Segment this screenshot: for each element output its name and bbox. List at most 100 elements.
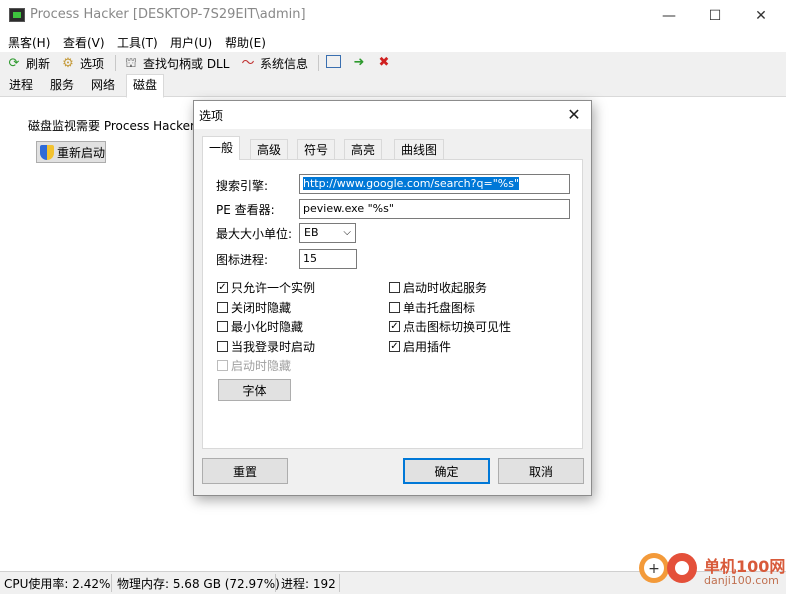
cancel-button[interactable]: 取消 — [498, 458, 584, 484]
tab-network[interactable]: 网络 — [85, 75, 121, 95]
gear-icon: ⚙ — [62, 55, 74, 71]
window-title: Process Hacker [DESKTOP-7S29EIT\admin] — [30, 7, 306, 22]
checkbox-box: ✓ — [389, 321, 400, 332]
checkbox-label: 单击托盘图标 — [403, 301, 476, 315]
checkbox-label: 点击图标切换可见性 — [403, 320, 512, 334]
checkbox-hide-on-minimize[interactable]: 最小化时隐藏 — [217, 318, 303, 335]
tab-services[interactable]: 服务 — [44, 75, 80, 95]
toolbar-divider — [318, 55, 319, 71]
dialog-title-bar: 选项 ✕ — [194, 101, 591, 129]
checkbox-box — [389, 302, 400, 313]
refresh-button[interactable]: ⟳ 刷新 — [6, 55, 50, 72]
find-label: 查找句柄或 DLL — [143, 57, 230, 71]
checkbox-single-click-tray[interactable]: 单击托盘图标 — [389, 299, 475, 316]
dialog-tab-general[interactable]: 一般 — [202, 136, 241, 160]
process-count: 进程: 192 — [281, 577, 336, 591]
status-divider — [339, 574, 340, 592]
cpu-usage: CPU使用率: 2.42% — [4, 577, 111, 591]
chart-icon: 〜 — [241, 55, 255, 71]
checkbox-label: 只允许一个实例 — [231, 281, 316, 295]
go-to-button[interactable]: ➜ — [351, 55, 367, 71]
max-size-unit-value: EB — [304, 226, 319, 239]
tab-processes[interactable]: 进程 — [3, 75, 39, 95]
dialog-tab-highlighting[interactable]: 高亮 — [344, 139, 383, 159]
checkbox-label: 启用插件 — [403, 340, 452, 354]
checkbox-box — [217, 341, 228, 352]
checkbox-start-on-logon[interactable]: 当我登录时启动 — [217, 338, 315, 355]
terminate-button[interactable]: ✖ — [376, 55, 392, 71]
checkbox-box: ✓ — [217, 282, 228, 293]
search-engine-value: http://www.google.com/search?q="%s" — [303, 177, 519, 190]
search-engine-input[interactable]: http://www.google.com/search?q="%s" — [299, 174, 570, 194]
dialog-title: 选项 — [199, 109, 224, 123]
dialog-tab-graphs[interactable]: 曲线图 — [394, 139, 445, 159]
checkbox-box: ✓ — [389, 341, 400, 352]
binoculars-icon: ⛫ — [125, 55, 137, 71]
icon-process-input[interactable]: 15 — [299, 249, 357, 269]
search-engine-label: 搜索引擎: — [216, 179, 269, 193]
checkbox-hide-on-close[interactable]: 关闭时隐藏 — [217, 299, 291, 316]
font-button[interactable]: 字体 — [218, 379, 291, 401]
close-button[interactable]: ✕ — [738, 0, 784, 32]
checkbox-enable-plugins[interactable]: ✓ 启用插件 — [389, 338, 451, 355]
main-tabs: 进程 服务 网络 磁盘 — [0, 74, 786, 98]
checkbox-toggle-visibility[interactable]: ✓ 点击图标切换可见性 — [389, 318, 511, 335]
checkbox-label: 关闭时隐藏 — [231, 301, 292, 315]
disk-message: 磁盘监视需要 Process Hacker 以 — [28, 119, 211, 133]
pe-viewer-label: PE 查看器: — [216, 203, 275, 217]
checkbox-label: 启动时收起服务 — [403, 281, 488, 295]
menu-users[interactable]: 用户(U) — [170, 34, 212, 51]
close-x-icon: ✖ — [378, 55, 390, 70]
options-dialog: 选项 ✕ 一般 高级 符号 高亮 曲线图 搜索引擎: http://www.go… — [193, 100, 592, 496]
title-bar: Process Hacker [DESKTOP-7S29EIT\admin] —… — [0, 0, 786, 32]
restart-button[interactable]: 重新启动 — [36, 141, 106, 163]
menu-view[interactable]: 查看(V) — [63, 34, 105, 51]
dialog-tab-symbols[interactable]: 符号 — [297, 139, 336, 159]
refresh-icon: ⟳ — [8, 55, 20, 71]
checkbox-label: 最小化时隐藏 — [231, 320, 304, 334]
options-button[interactable]: ⚙ 选项 — [60, 55, 104, 72]
reset-button[interactable]: 重置 — [202, 458, 288, 484]
chevron-down-icon: ⌵ — [343, 227, 351, 238]
checkbox-box — [217, 321, 228, 332]
checkbox-box — [389, 282, 400, 293]
checkbox-collapse-services[interactable]: 启动时收起服务 — [389, 279, 487, 296]
uac-shield-icon — [40, 144, 54, 160]
status-divider — [111, 574, 112, 592]
window-icon — [326, 55, 341, 68]
arrow-into-window-icon: ➜ — [353, 55, 365, 70]
status-divider — [275, 574, 276, 592]
watermark-logo: + — [639, 553, 697, 583]
dialog-close-icon[interactable]: ✕ — [563, 104, 585, 126]
refresh-label: 刷新 — [26, 57, 51, 71]
menu-bar: 黑客(H) 查看(V) 工具(T) 用户(U) 帮助(E) — [0, 32, 786, 52]
checkbox-box — [217, 302, 228, 313]
tab-disk[interactable]: 磁盘 — [126, 74, 165, 98]
memory-usage: 物理内存: 5.68 GB (72.97%) — [117, 577, 280, 591]
watermark-url: danji100.com — [704, 574, 779, 587]
checkbox-box — [217, 360, 228, 371]
window-button[interactable] — [326, 55, 341, 68]
menu-help[interactable]: 帮助(E) — [225, 34, 266, 51]
general-panel: 搜索引擎: http://www.google.com/search?q="%s… — [202, 159, 583, 449]
checkbox-label: 当我登录时启动 — [231, 340, 316, 354]
maximize-button[interactable]: ☐ — [692, 0, 738, 32]
menu-tools[interactable]: 工具(T) — [117, 34, 158, 51]
icon-process-label: 图标进程: — [216, 253, 269, 267]
app-icon — [9, 8, 25, 22]
max-size-unit-select[interactable]: EB ⌵ — [299, 223, 356, 243]
menu-hacker[interactable]: 黑客(H) — [8, 34, 50, 51]
find-handles-button[interactable]: ⛫ 查找句柄或 DLL — [123, 55, 229, 72]
ok-button[interactable]: 确定 — [403, 458, 490, 484]
dialog-tab-advanced[interactable]: 高级 — [250, 139, 289, 159]
checkbox-start-hidden[interactable]: 启动时隐藏 — [217, 357, 291, 374]
max-size-unit-label: 最大大小单位: — [216, 227, 293, 241]
system-info-button[interactable]: 〜 系统信息 — [240, 55, 308, 72]
pe-viewer-input[interactable]: peview.exe "%s" — [299, 199, 570, 219]
checkbox-single-instance[interactable]: ✓ 只允许一个实例 — [217, 279, 315, 296]
options-label: 选项 — [80, 57, 105, 71]
minimize-button[interactable]: — — [646, 0, 692, 32]
checkbox-label: 启动时隐藏 — [231, 359, 292, 373]
toolbar: ⟳ 刷新 ⚙ 选项 ⛫ 查找句柄或 DLL 〜 系统信息 ➜ ✖ — [0, 52, 786, 74]
sysinfo-label: 系统信息 — [260, 57, 309, 71]
